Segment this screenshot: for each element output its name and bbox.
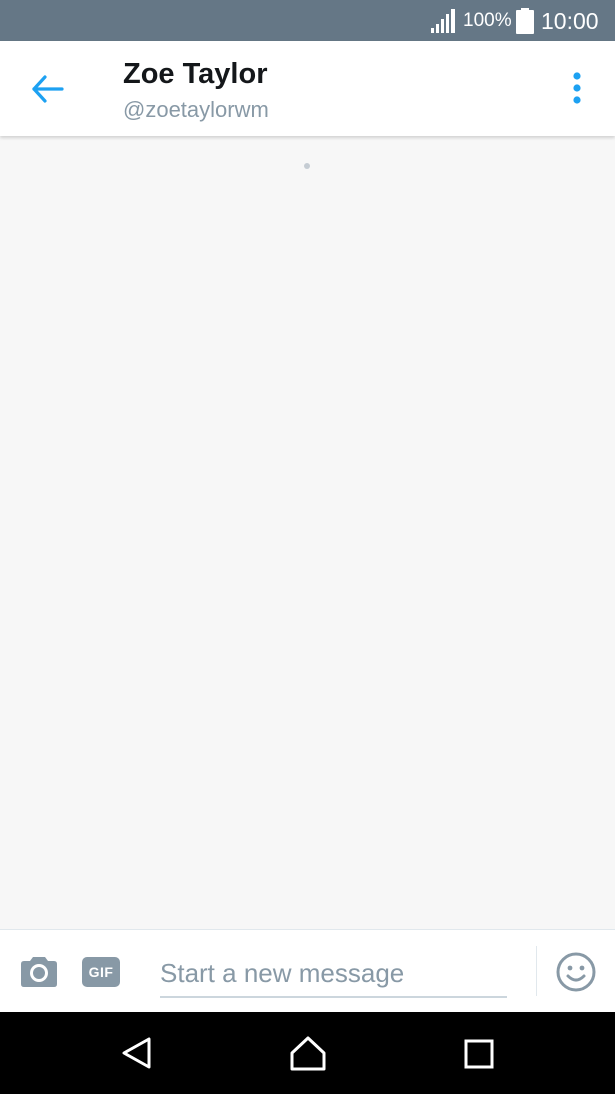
gif-icon: GIF [88,964,114,980]
nav-home-button[interactable] [287,1033,329,1073]
nav-recents-icon [464,1039,494,1069]
status-clock: 10:00 [541,8,599,34]
nav-recents-button[interactable] [461,1036,497,1072]
loading-indicator [304,163,310,169]
message-input[interactable] [160,950,507,998]
nav-home-icon [290,1036,326,1071]
direct-message-screen: 100% 10:00 Zoe Taylor @zoetaylorwm GIF S… [0,0,615,1094]
camera-icon [21,957,57,987]
nav-back-icon [122,1037,151,1069]
overflow-menu-icon [573,72,581,104]
message-composer: GIF [0,929,615,1012]
nav-back-button[interactable] [117,1033,157,1073]
message-thread[interactable] [0,136,615,929]
emoji-icon [556,952,596,992]
status-bar: 100% 10:00 [0,0,615,41]
back-button[interactable] [24,67,68,111]
emoji-button[interactable] [555,951,597,993]
camera-button[interactable] [18,954,60,990]
overflow-menu-button[interactable] [560,69,594,109]
composer-divider [536,946,537,996]
gif-button[interactable]: GIF [82,957,120,987]
conversation-header: Zoe Taylor @zoetaylorwm [0,41,615,136]
battery-percentage: 100% [463,10,512,31]
signal-icon [431,9,455,33]
battery-icon [516,8,534,34]
conversation-title: Zoe Taylor [123,58,268,90]
system-navigation-bar [0,1012,615,1094]
back-arrow-icon [32,75,64,103]
conversation-handle: @zoetaylorwm [123,97,269,122]
